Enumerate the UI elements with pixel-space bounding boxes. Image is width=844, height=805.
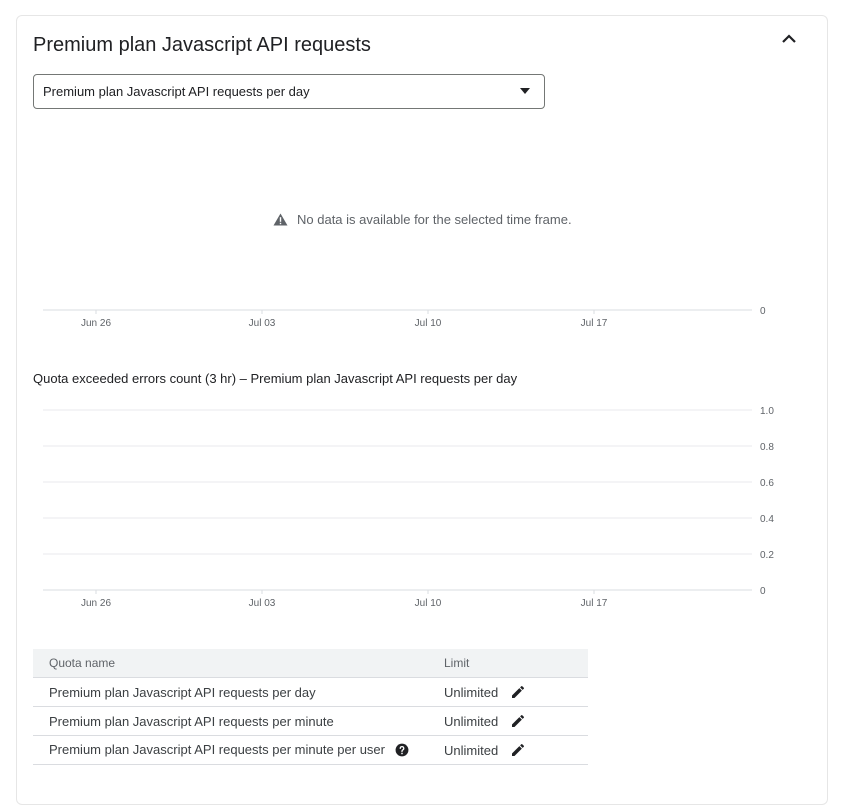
edit-quota-button[interactable]: [510, 742, 526, 758]
pencil-icon: [512, 714, 525, 727]
pencil-icon: [512, 685, 525, 698]
usage-chart-y-tick-label: 0: [760, 306, 766, 317]
errors-chart-x-tick-label: Jun 26: [81, 598, 111, 609]
quota-name: Premium plan Javascript API requests per…: [49, 713, 334, 729]
pencil-icon: [512, 743, 525, 756]
collapse-button[interactable]: [776, 26, 802, 52]
limit-cell: Unlimited: [444, 706, 588, 736]
limit-cell: Unlimited: [444, 735, 588, 765]
limit-value: Unlimited: [444, 684, 499, 700]
errors-chart-title: Quota exceeded errors count (3 hr) – Pre…: [33, 371, 518, 386]
quota-name: Premium plan Javascript API requests per…: [49, 684, 316, 700]
usage-chart-x-tick-label: Jun 26: [81, 318, 111, 329]
edit-quota-button[interactable]: [510, 684, 526, 700]
quota-name-cell: Premium plan Javascript API requests per…: [33, 677, 444, 707]
no-data-message: No data is available for the selected ti…: [297, 212, 572, 227]
errors-chart-x-tick-label: Jul 03: [249, 598, 276, 609]
table-row: Premium plan Javascript API requests per…: [33, 735, 588, 765]
table-row: Premium plan Javascript API requests per…: [33, 706, 588, 736]
metric-select-value: Premium plan Javascript API requests per…: [43, 84, 310, 99]
errors-chart-x-tick-label: Jul 10: [415, 598, 442, 609]
quota-name-cell: Premium plan Javascript API requests per…: [33, 706, 444, 736]
table-row: Premium plan Javascript API requests per…: [33, 677, 588, 707]
errors-chart-y-tick-label: 0.6: [760, 478, 774, 489]
column-header-limit: Limit: [444, 649, 588, 678]
errors-chart: 0 0.2 0.4 0.6 0.8 1.0 Jun 26 Jul 03 Jul 10 Jul 17: [43, 406, 774, 609]
usage-chart-x-tick-label: Jul 10: [415, 318, 442, 329]
table-header-row: Quota name Limit: [33, 649, 588, 678]
errors-chart-y-tick-label: 0.4: [760, 514, 774, 525]
help-circle-icon[interactable]: [395, 743, 409, 757]
warning-icon: [273, 213, 288, 226]
edit-quota-button[interactable]: [510, 713, 526, 729]
limit-value: Unlimited: [444, 713, 499, 729]
quota-name-cell: Premium plan Javascript API requests per…: [33, 735, 444, 765]
errors-chart-x-tick-label: Jul 17: [581, 598, 608, 609]
usage-chart-x-tick-label: Jul 17: [581, 318, 608, 329]
chevron-up-icon: [782, 34, 796, 43]
no-data-notice: No data is available for the selected ti…: [273, 212, 572, 227]
errors-chart-y-tick-label: 0: [760, 586, 766, 597]
dropdown-arrow-icon: [520, 88, 530, 94]
usage-chart-x-tick-label: Jul 03: [249, 318, 276, 329]
errors-chart-y-tick-label: 1.0: [760, 406, 774, 417]
quota-table: Quota name Limit Premium plan Javascript…: [33, 649, 588, 765]
column-header-quota-name: Quota name: [33, 649, 444, 678]
metric-select[interactable]: Premium plan Javascript API requests per…: [33, 74, 545, 109]
usage-chart: Jun 26 Jul 03 Jul 10 Jul 17 0: [43, 306, 766, 329]
section-title: Premium plan Javascript API requests: [33, 34, 371, 56]
quota-name: Premium plan Javascript API requests per…: [49, 742, 385, 758]
limit-value: Unlimited: [444, 742, 499, 758]
limit-cell: Unlimited: [444, 677, 588, 707]
errors-chart-y-tick-label: 0.2: [760, 550, 774, 561]
errors-chart-y-tick-label: 0.8: [760, 442, 774, 453]
